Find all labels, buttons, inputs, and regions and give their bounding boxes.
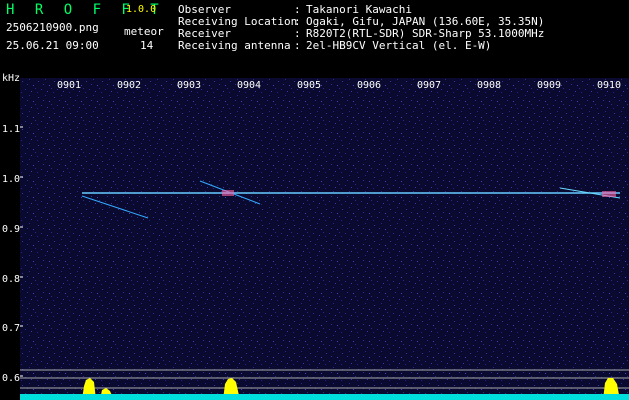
x-tick-label: 0907 bbox=[417, 80, 442, 91]
spectrogram-plot bbox=[20, 78, 629, 400]
y-tick-label: 1.1 bbox=[2, 124, 21, 135]
info-value: 2el-HB9CV Vertical (el. E-W) bbox=[306, 39, 492, 52]
timestamp: 25.06.21 09:00 bbox=[6, 39, 99, 52]
meteor-count: 14 bbox=[140, 39, 154, 52]
meteor-label: meteor bbox=[124, 25, 164, 38]
echo-highlight bbox=[222, 190, 234, 196]
x-tick-label: 0908 bbox=[477, 80, 502, 91]
x-tick-label: 0906 bbox=[357, 80, 382, 91]
y-tick-label: 1.0 bbox=[2, 174, 21, 185]
noise-background bbox=[20, 78, 629, 400]
x-tick-label: 0909 bbox=[537, 80, 562, 91]
hrofft-window: H R O F F T 1.0.0 2506210900.png meteor … bbox=[0, 0, 629, 400]
app-version: 1.0.0 bbox=[126, 4, 157, 15]
info-separator: : bbox=[294, 39, 301, 52]
x-tick-label: 0910 bbox=[597, 80, 622, 91]
y-tick-label: 0.8 bbox=[2, 274, 21, 285]
x-tick-label: 0905 bbox=[297, 80, 322, 91]
echo-highlight bbox=[602, 191, 616, 197]
info-row-antenna: Receiving antenna:2el-HB9CV Vertical (el… bbox=[178, 40, 491, 52]
y-tick-label: 0.7 bbox=[2, 323, 21, 334]
info-key: Receiving antenna bbox=[178, 39, 291, 52]
x-tick-label: 0904 bbox=[237, 80, 262, 91]
x-tick-label: 0903 bbox=[177, 80, 202, 91]
frequency-unit-label: kHz bbox=[2, 73, 21, 84]
x-tick-label: 0901 bbox=[57, 80, 82, 91]
y-tick-label: 0.6 bbox=[2, 373, 21, 384]
y-tick-label: 0.9 bbox=[2, 224, 21, 235]
x-tick-label: 0902 bbox=[117, 80, 142, 91]
noise-floor bbox=[20, 394, 629, 400]
filename: 2506210900.png bbox=[6, 21, 99, 34]
